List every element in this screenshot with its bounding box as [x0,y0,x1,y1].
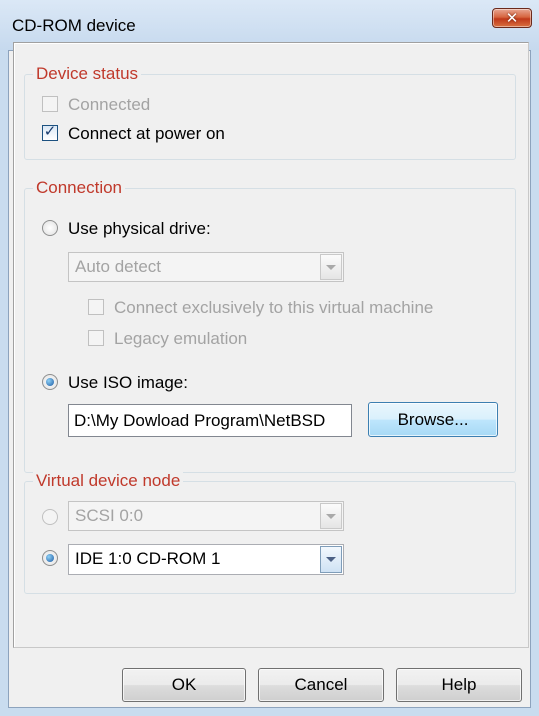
physical-drive-select[interactable]: Auto detect [68,252,344,282]
settings-panel: Device status Connected ✓ Connect at pow… [13,42,529,648]
chevron-down-icon [326,513,336,519]
ide-node-radio[interactable] [42,550,58,566]
browse-button[interactable]: Browse... [368,402,498,437]
scsi-node-radio[interactable] [42,509,58,525]
close-icon: ✕ [505,10,519,27]
connected-label: Connected [68,95,151,114]
scsi-node-dropdown-button[interactable] [320,503,342,529]
chevron-down-icon [326,264,336,270]
ide-node-dropdown-button[interactable] [320,546,342,573]
help-button[interactable]: Help [396,668,522,702]
ide-node-select-value: IDE 1:0 CD-ROM 1 [75,549,221,568]
virtual-device-node-group-label: Virtual device node [33,471,184,491]
connected-checkbox[interactable] [42,96,58,112]
checkmark-icon: ✓ [43,123,57,140]
connect-at-power-on-checkbox[interactable]: ✓ [42,123,58,141]
iso-path-input[interactable] [68,404,352,437]
use-iso-image-radio[interactable] [42,374,58,390]
physical-drive-select-value: Auto detect [75,257,162,276]
iso-path-field[interactable] [69,405,351,436]
connect-exclusively-label: Connect exclusively to this virtual mach… [114,298,434,317]
cancel-button[interactable]: Cancel [258,668,384,702]
connect-at-power-on-label: Connect at power on [68,124,225,143]
radio-selected-dot [46,554,54,562]
close-button[interactable]: ✕ [492,8,532,28]
scsi-node-select[interactable]: SCSI 0:0 [68,501,344,531]
use-iso-image-label: Use ISO image: [68,373,188,392]
chevron-down-icon [326,557,336,562]
use-physical-drive-radio[interactable] [42,220,58,236]
connection-group-label: Connection [33,178,126,198]
device-status-group-label: Device status [33,64,142,84]
use-physical-drive-label: Use physical drive: [68,219,211,238]
scsi-node-select-value: SCSI 0:0 [75,506,144,525]
connect-exclusively-checkbox[interactable] [88,299,104,315]
device-status-group: Device status [24,64,516,160]
physical-drive-dropdown-button[interactable] [320,254,342,280]
ok-button[interactable]: OK [122,668,246,702]
legacy-emulation-label: Legacy emulation [114,329,248,348]
window-title: CD-ROM device [12,16,136,35]
legacy-emulation-checkbox[interactable] [88,330,104,346]
radio-selected-dot [46,378,54,386]
virtual-device-node-group: Virtual device node [24,471,516,594]
ide-node-select[interactable]: IDE 1:0 CD-ROM 1 [68,544,344,575]
